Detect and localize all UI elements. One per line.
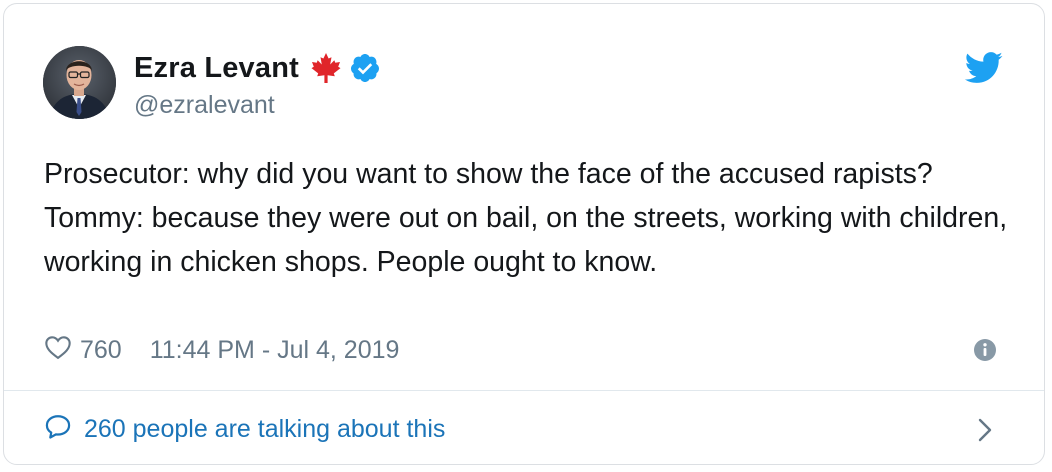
divider [4, 390, 1044, 391]
tweet-timestamp[interactable]: 11:44 PM - Jul 4, 2019 [150, 336, 400, 365]
heart-outline-icon [44, 334, 72, 367]
tweet-card: Ezra Levant @ezralevant Prosecutor: why … [3, 3, 1045, 465]
twitter-bird-icon[interactable] [964, 52, 1004, 84]
like-button[interactable]: 760 [44, 334, 122, 367]
author-name-row: Ezra Levant [134, 48, 381, 88]
author-name[interactable]: Ezra Levant [134, 52, 299, 85]
conversation-link[interactable]: 260 people are talking about this [44, 409, 1004, 449]
speech-bubble-icon [44, 413, 72, 446]
canada-maple-leaf-icon [309, 51, 343, 85]
tweet-meta: 760 11:44 PM - Jul 4, 2019 [44, 332, 399, 368]
verified-badge-icon [349, 52, 381, 84]
tweet-line: Tommy: because they were out on bail, on… [44, 202, 1008, 278]
author-handle[interactable]: @ezralevant [134, 91, 275, 120]
tweet-text: Prosecutor: why did you want to show the… [44, 152, 1024, 284]
like-count: 760 [80, 335, 122, 364]
chevron-right-icon[interactable] [975, 416, 995, 444]
tweet-line: Prosecutor: why did you want to show the… [44, 158, 933, 190]
talking-count-text: 260 people are talking about this [84, 414, 446, 443]
avatar[interactable] [43, 46, 116, 119]
info-icon[interactable] [973, 338, 997, 362]
profile-photo [43, 46, 116, 119]
